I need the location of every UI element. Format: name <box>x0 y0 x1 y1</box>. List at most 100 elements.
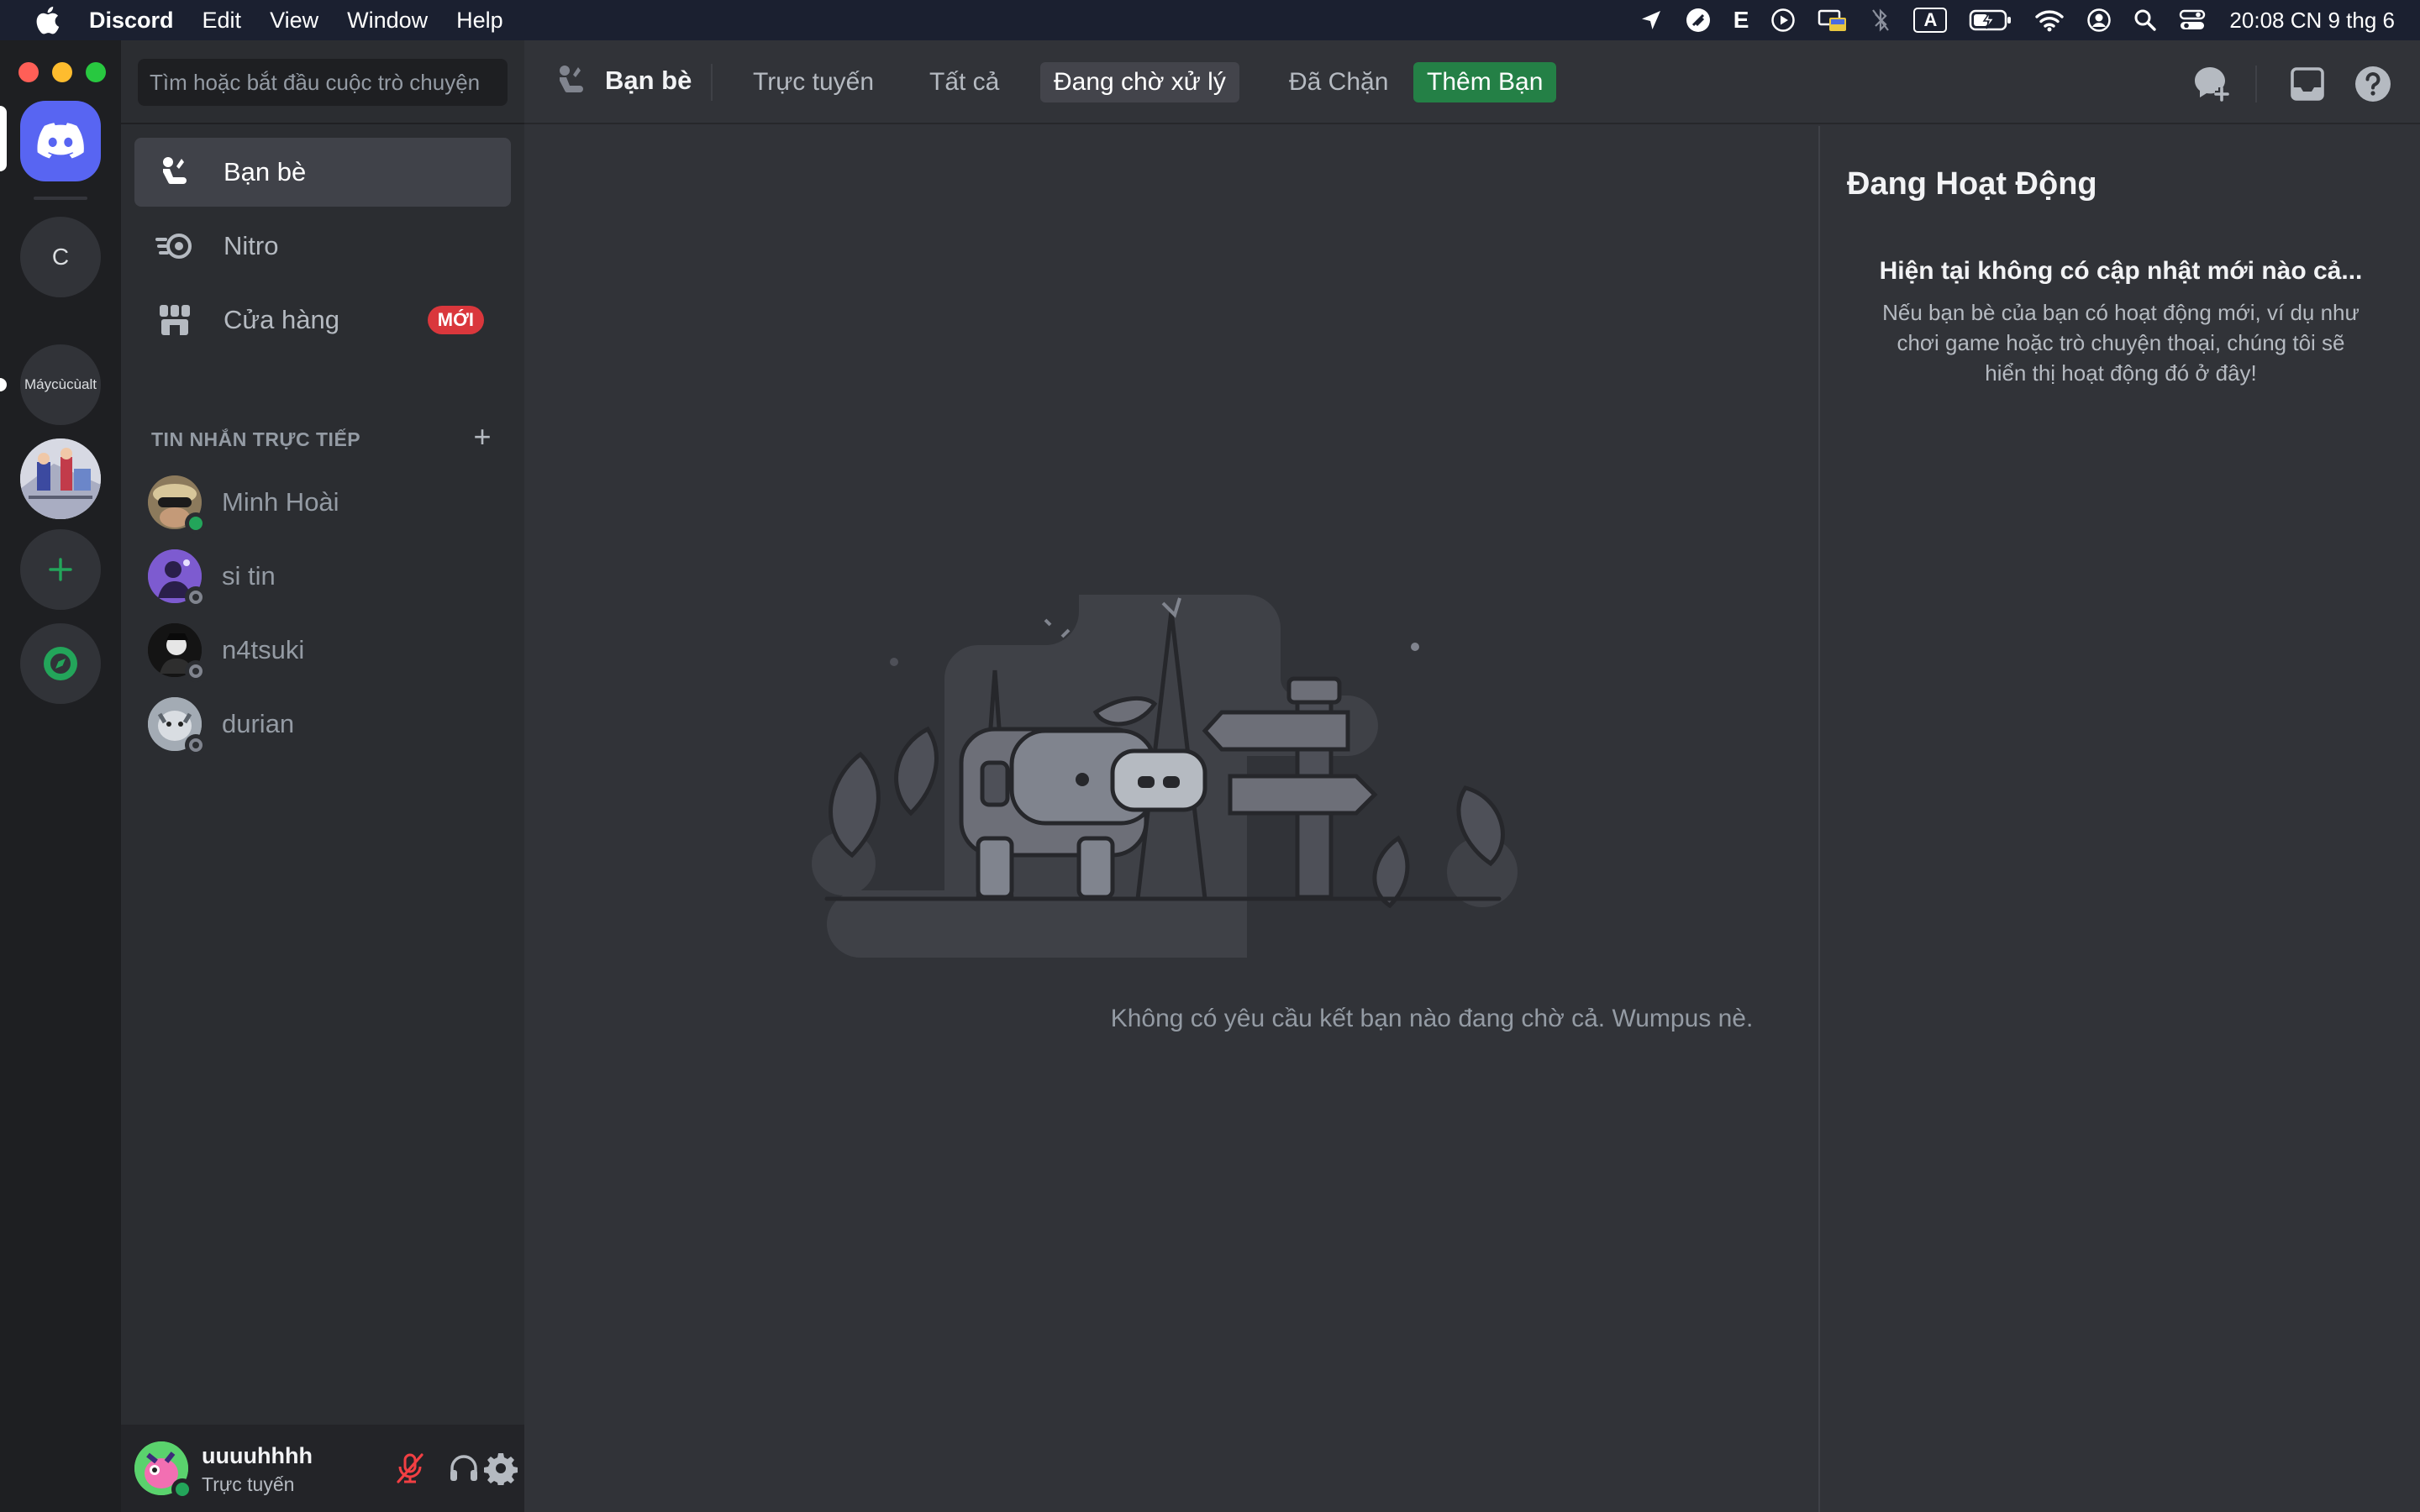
server-maycucualt-label: Máycùcùalt <box>24 376 97 392</box>
friends-label: Bạn bè <box>224 157 307 186</box>
status-offline-indicator <box>185 734 207 756</box>
gear-icon <box>484 1453 518 1485</box>
battery-icon[interactable] <box>1969 8 2012 32</box>
menu-app-name[interactable]: Discord <box>89 0 174 40</box>
shop-icon <box>151 297 198 344</box>
toolbar-divider <box>2255 66 2257 102</box>
plus-icon <box>49 558 72 581</box>
add-friend-button[interactable]: Thêm Bạn <box>1413 62 1557 102</box>
active-now-title: Đang Hoạt Động <box>1847 166 2097 202</box>
tab-online[interactable]: Trực tuyến <box>739 62 887 102</box>
pending-requests-panel: Không có yêu cầu kết bạn nào đang chờ cả… <box>524 126 1818 1512</box>
deafen-button[interactable] <box>444 1448 484 1488</box>
friends-main: Bạn bè Trực tuyến Tất cả Đang chờ xử lý … <box>524 40 2420 1512</box>
sidebar-divider <box>121 123 524 124</box>
tab-pending[interactable]: Đang chờ xử lý <box>1040 62 1239 102</box>
inbox-icon <box>2291 67 2324 101</box>
menu-edit[interactable]: Edit <box>203 0 242 40</box>
active-now-description: Nếu bạn bè của bạn có hoạt động mới, ví … <box>1882 300 2360 386</box>
friends-icon <box>553 62 590 99</box>
avatar <box>148 475 207 534</box>
compass-icon <box>44 647 77 680</box>
macos-menu-bar: Discord Edit View Window Help E A 20:08 … <box>0 0 2420 40</box>
active-now-subtitle: Hiện tại không có cập nhật mới nào cả... <box>1879 257 2363 285</box>
user-account-icon[interactable] <box>2086 8 2112 33</box>
discord-window: C Máycùcùalt Tìm hoặc bắt đầu cuộc trò c… <box>0 40 2420 1512</box>
title-divider <box>711 64 713 101</box>
server-c[interactable]: C <box>20 217 101 297</box>
username[interactable]: uuuuhhhh <box>202 1443 313 1469</box>
user-status-text: Trực tuyến <box>202 1473 295 1495</box>
apple-logo-icon[interactable] <box>27 0 67 40</box>
friends-top-bar: Bạn bè Trực tuyến Tất cả Đang chờ xử lý … <box>524 40 2420 124</box>
create-dm-button[interactable]: + <box>466 419 499 454</box>
menu-window[interactable]: Window <box>347 0 428 40</box>
control-center-icon[interactable] <box>2179 8 2206 32</box>
help-icon <box>2355 66 2391 102</box>
wumpus-empty-illustration <box>812 595 1518 958</box>
avatar <box>148 697 207 756</box>
inbox-button[interactable] <box>2286 62 2329 106</box>
menu-clock[interactable]: 20:08 CN 9 thg 6 <box>2229 8 2395 34</box>
avatar <box>148 623 207 682</box>
server-image-avatar[interactable] <box>20 438 101 519</box>
tab-blocked[interactable]: Đã Chặn <box>1276 62 1402 102</box>
server-maycucualt[interactable]: Máycùcùalt <box>20 344 101 425</box>
page-title: Bạn bè <box>605 66 692 95</box>
bluetooth-off-icon[interactable] <box>1870 7 1891 34</box>
menu-view[interactable]: View <box>270 0 318 40</box>
status-letter-e[interactable]: E <box>1733 7 1749 34</box>
tool-circle-icon[interactable] <box>1685 7 1712 34</box>
new-group-dm-icon <box>2195 67 2229 102</box>
shop-new-badge: MỚI <box>427 306 484 334</box>
discord-logo-icon <box>37 123 84 159</box>
screen-mirror-icon[interactable] <box>1818 8 1848 33</box>
window-close-button[interactable] <box>18 62 39 82</box>
dm-item[interactable]: durian <box>134 689 511 759</box>
window-minimize-button[interactable] <box>52 62 72 82</box>
home-button[interactable] <box>20 101 101 181</box>
user-settings-button[interactable] <box>481 1448 521 1488</box>
wifi-icon[interactable] <box>2034 8 2065 32</box>
user-status-online-indicator <box>171 1478 193 1500</box>
dm-item[interactable]: si tin <box>134 541 511 612</box>
dm-item[interactable]: n4tsuki <box>134 615 511 685</box>
dm-item[interactable]: Minh Hoài <box>134 467 511 538</box>
server-image-icon <box>20 438 101 519</box>
help-button[interactable] <box>2351 62 2395 106</box>
explore-servers-button[interactable] <box>20 623 101 704</box>
menu-help[interactable]: Help <box>456 0 503 40</box>
sidebar-item-nitro[interactable]: Nitro <box>134 212 511 281</box>
nitro-icon <box>151 223 198 270</box>
status-online-indicator <box>185 512 207 534</box>
avatar <box>148 549 207 608</box>
status-offline-indicator <box>185 660 207 682</box>
input-source-icon[interactable]: A <box>1913 8 1948 33</box>
status-offline-indicator <box>185 586 207 608</box>
dm-name: si tin <box>222 561 276 591</box>
server-rail: C Máycùcùalt <box>0 40 121 1512</box>
headphones-icon <box>450 1455 477 1481</box>
play-circle-icon[interactable] <box>1770 8 1796 33</box>
user-panel: uuuuhhhh Trực tuyến <box>121 1425 524 1512</box>
sidebar-item-shop[interactable]: Cửa hàng MỚI <box>134 286 511 354</box>
tab-all[interactable]: Tất cả <box>916 62 1013 102</box>
add-server-button[interactable] <box>20 529 101 610</box>
rail-separator <box>34 197 87 200</box>
server-unread-pill <box>0 378 7 391</box>
nitro-label: Nitro <box>224 231 279 260</box>
find-conversation-search[interactable]: Tìm hoặc bắt đầu cuộc trò chuyện <box>138 59 508 106</box>
location-arrow-icon[interactable] <box>1639 8 1663 32</box>
dm-name: durian <box>222 709 295 738</box>
home-selected-pill <box>0 106 7 171</box>
friends-wave-icon <box>151 149 198 196</box>
unmute-microphone-button[interactable] <box>390 1448 430 1488</box>
window-zoom-button[interactable] <box>86 62 106 82</box>
server-c-label: C <box>51 244 70 270</box>
dm-name: n4tsuki <box>222 635 305 664</box>
sidebar-item-friends[interactable]: Bạn bè <box>134 138 511 207</box>
microphone-muted-icon <box>397 1453 424 1483</box>
spotlight-search-icon[interactable] <box>2133 8 2157 32</box>
direct-messages-header: TIN NHẮN TRỰC TIẾP <box>151 428 361 450</box>
new-group-dm-button[interactable] <box>2190 62 2233 106</box>
